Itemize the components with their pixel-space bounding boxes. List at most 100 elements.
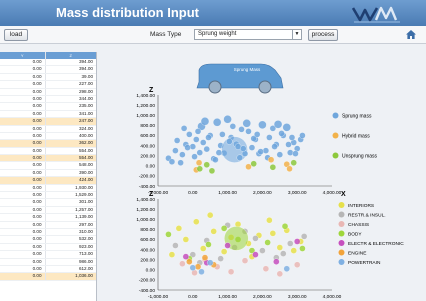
table-row[interactable]: 0.00 1,529.00 (0, 192, 96, 200)
data-point[interactable] (200, 117, 210, 126)
cell-z[interactable]: 39.00 (46, 74, 96, 80)
data-point[interactable] (203, 161, 210, 168)
cell-y[interactable]: 0.00 (0, 110, 46, 118)
data-point[interactable] (182, 253, 189, 260)
data-point[interactable] (269, 230, 276, 237)
table-row[interactable]: 0.00 324.00 (0, 125, 96, 133)
data-point[interactable] (226, 138, 233, 145)
cell-y[interactable]: 0.00 (0, 169, 46, 177)
table-row[interactable]: 0.00 554.00 (0, 147, 96, 156)
cell-y[interactable]: 0.00 (0, 66, 46, 73)
cell-y[interactable]: 0.00 (0, 88, 46, 95)
data-point[interactable] (207, 212, 214, 219)
data-point[interactable] (241, 257, 249, 264)
table-row[interactable]: 0.00 341.00 (0, 110, 96, 119)
data-point[interactable] (245, 163, 252, 170)
table-row[interactable]: 0.00 1,257.00 (0, 206, 96, 215)
data-point[interactable] (223, 115, 232, 124)
table-row[interactable]: 0.00 344.00 (0, 95, 96, 104)
cell-y[interactable]: 0.00 (0, 192, 46, 199)
cell-z[interactable]: 554.00 (46, 148, 96, 154)
cell-y[interactable]: 0.00 (0, 118, 46, 125)
table-row[interactable]: 0.00 1,036.00 (0, 273, 96, 281)
data-point[interactable] (276, 270, 283, 277)
data-point[interactable] (271, 143, 278, 150)
data-point[interactable] (250, 160, 257, 167)
table-row[interactable]: 0.00 548.00 (0, 162, 96, 170)
data-point[interactable] (290, 247, 297, 254)
data-point[interactable] (273, 258, 280, 265)
data-point[interactable] (245, 128, 252, 135)
data-point[interactable] (186, 258, 193, 265)
table-row[interactable]: 0.00 227.00 (0, 81, 96, 89)
data-point[interactable] (224, 242, 231, 249)
data-point[interactable] (273, 120, 283, 129)
data-point[interactable] (248, 144, 256, 151)
data-point[interactable] (189, 143, 196, 150)
data-point[interactable] (194, 128, 202, 135)
cell-y[interactable]: 0.00 (0, 206, 46, 214)
data-point[interactable] (184, 144, 191, 151)
table-row[interactable]: 0.00 424.00 (0, 177, 96, 185)
data-point[interactable] (180, 125, 188, 132)
data-point[interactable] (172, 147, 179, 154)
data-point[interactable] (288, 134, 296, 141)
table-row[interactable]: 0.00 394.00 (0, 66, 96, 74)
data-point[interactable] (301, 233, 308, 240)
data-point[interactable] (179, 260, 186, 267)
data-point[interactable] (299, 245, 306, 252)
data-point[interactable] (194, 263, 202, 270)
data-point[interactable] (203, 145, 210, 153)
data-point[interactable] (191, 153, 198, 160)
cell-z[interactable]: 923.00 (46, 244, 96, 250)
data-point[interactable] (294, 261, 301, 268)
cell-z[interactable]: 548.00 (46, 162, 96, 168)
data-point[interactable] (189, 264, 196, 271)
table-row[interactable]: 0.00 532.00 (0, 236, 96, 244)
cell-z[interactable]: 310.00 (46, 229, 96, 235)
table-row[interactable]: 0.00 301.00 (0, 199, 96, 207)
data-point[interactable] (252, 251, 259, 258)
data-point[interactable] (266, 134, 273, 141)
data-point[interactable] (175, 225, 183, 232)
cell-y[interactable]: 0.00 (0, 251, 46, 258)
data-point[interactable] (219, 131, 226, 138)
cell-z[interactable]: 341.00 (46, 111, 96, 117)
data-point[interactable] (259, 247, 266, 254)
cell-z[interactable]: 362.00 (46, 140, 96, 146)
data-point[interactable] (238, 126, 245, 133)
table-row[interactable]: 0.00 986.00 (0, 258, 96, 266)
cell-y[interactable]: 0.00 (0, 59, 46, 66)
cell-y[interactable]: 0.00 (0, 184, 46, 192)
data-point[interactable] (200, 139, 207, 146)
data-point[interactable] (252, 235, 259, 242)
data-point[interactable] (294, 238, 301, 245)
data-point[interactable] (168, 251, 176, 258)
data-point[interactable] (201, 254, 209, 261)
cell-z[interactable]: 227.00 (46, 81, 96, 87)
home-icon[interactable] (406, 30, 416, 39)
table-row[interactable]: 0.00 297.00 (0, 221, 96, 229)
data-point[interactable] (179, 151, 186, 158)
coordinates-table[interactable]: Y Z 0.00 394.00 0.00 394.00 0.00 39.00 0.00 227… (0, 52, 97, 301)
data-point[interactable] (205, 134, 212, 141)
data-point[interactable] (172, 242, 179, 249)
cell-z[interactable]: 1,257.00 (46, 207, 96, 213)
table-row[interactable]: 0.00 612.00 (0, 265, 96, 274)
chevron-down-icon[interactable]: ▼ (292, 30, 301, 39)
mass-type-select[interactable]: Sprung weight ▼ (194, 29, 302, 40)
data-point[interactable] (262, 265, 270, 272)
data-point[interactable] (212, 156, 219, 163)
cell-z[interactable]: 400.00 (46, 133, 96, 139)
car-silhouette[interactable]: Sprung Mass (196, 63, 284, 94)
table-row[interactable]: 0.00 310.00 (0, 228, 96, 237)
cell-z[interactable]: 394.00 (46, 66, 96, 72)
table-row[interactable]: 0.00 394.00 (0, 59, 96, 67)
cell-z[interactable]: 297.00 (46, 222, 96, 228)
data-point[interactable] (229, 123, 236, 130)
table-row[interactable]: 0.00 298.00 (0, 88, 96, 96)
data-point[interactable] (215, 149, 223, 156)
cell-y[interactable]: 0.00 (0, 199, 46, 206)
process-button[interactable]: process (308, 29, 338, 41)
data-point[interactable] (278, 130, 285, 137)
